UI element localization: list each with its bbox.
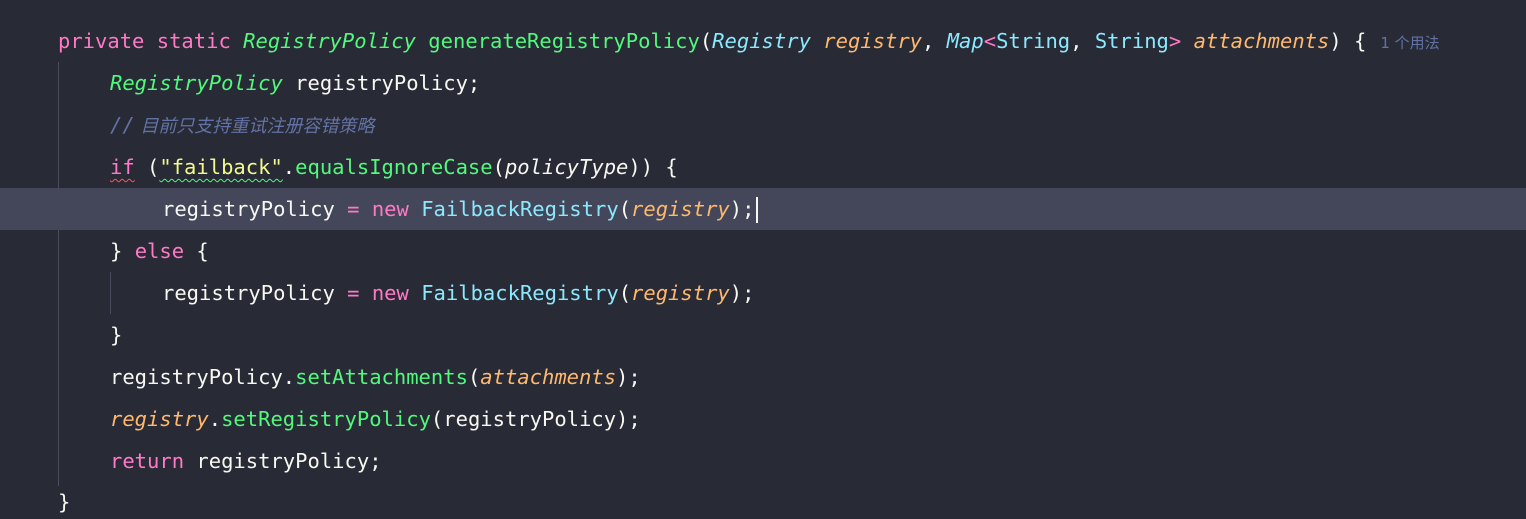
parameter: registry xyxy=(823,29,923,53)
punctuation: ( xyxy=(618,197,632,221)
punctuation: . xyxy=(282,365,296,389)
code-line[interactable]: registryPolicy = new FailbackRegistry(re… xyxy=(0,272,1526,314)
punctuation: )) { xyxy=(628,155,678,179)
punctuation: ( xyxy=(467,365,481,389)
punctuation: } xyxy=(110,239,135,263)
method-name: equalsIgnoreCase xyxy=(295,155,493,179)
code-line[interactable]: // 目前只支持重试注册容错策略 xyxy=(0,104,1526,146)
field-reference: policyType xyxy=(504,155,629,179)
argument-list: (registryPolicy); xyxy=(430,407,641,431)
punctuation: ); xyxy=(616,365,641,389)
punctuation: } xyxy=(58,490,71,514)
punctuation: ); xyxy=(729,197,755,221)
punctuation: , xyxy=(922,29,947,53)
keyword: return xyxy=(110,449,185,473)
variable-declaration: registryPolicy; xyxy=(282,71,481,95)
string-literal: "failback" xyxy=(159,155,283,179)
code-line[interactable]: } xyxy=(0,481,1526,519)
type-name: String xyxy=(1094,29,1169,53)
type-name: RegistryPolicy xyxy=(243,29,416,53)
keyword: private xyxy=(58,29,145,53)
punctuation: ( xyxy=(134,155,160,179)
punctuation: } xyxy=(110,323,123,347)
keyword: static xyxy=(156,29,231,53)
code-line[interactable]: } else { xyxy=(0,230,1526,272)
return-value: registryPolicy; xyxy=(184,449,382,473)
punctuation: . xyxy=(282,155,296,179)
variable: registryPolicy xyxy=(110,365,283,389)
parameter: attachments xyxy=(480,365,617,389)
punctuation: < xyxy=(983,29,997,53)
current-code-line[interactable]: registryPolicy = new FailbackRegistry(re… xyxy=(0,188,1526,230)
comment-marker: // xyxy=(110,113,135,137)
method-name: setRegistryPolicy xyxy=(221,407,431,431)
keyword: new xyxy=(371,197,409,221)
text-caret xyxy=(756,197,759,223)
code-line[interactable]: RegistryPolicy registryPolicy; xyxy=(0,62,1526,104)
operator: = xyxy=(334,197,372,221)
class-name: FailbackRegistry xyxy=(421,281,619,305)
keyword: if xyxy=(110,155,135,179)
punctuation: , xyxy=(1070,29,1095,53)
comment-text: 目前只支持重试注册容错策略 xyxy=(134,116,375,137)
code-line[interactable]: } xyxy=(0,314,1526,356)
method-name: generateRegistryPolicy xyxy=(428,29,700,53)
code-line[interactable]: registry.setRegistryPolicy(registryPolic… xyxy=(0,398,1526,440)
punctuation: { xyxy=(184,239,209,263)
type-name: String xyxy=(996,29,1071,53)
parameter: registry xyxy=(631,281,730,305)
method-name: setAttachments xyxy=(295,365,468,389)
parameter: registry xyxy=(631,197,730,221)
keyword: new xyxy=(371,281,409,305)
operator: = xyxy=(334,281,372,305)
class-name: FailbackRegistry xyxy=(421,197,619,221)
variable: registryPolicy xyxy=(162,197,335,221)
code-line[interactable]: if ("failback".equalsIgnoreCase(policyTy… xyxy=(0,146,1526,188)
usage-hint[interactable]: 1 个用法 xyxy=(1380,34,1439,52)
type-name: Map xyxy=(946,29,984,53)
keyword: else xyxy=(134,239,185,263)
punctuation: > xyxy=(1168,29,1182,53)
punctuation: ) { xyxy=(1329,29,1367,53)
parameter: registry xyxy=(110,407,209,431)
punctuation: ( xyxy=(492,155,505,179)
type-name: Registry xyxy=(712,29,811,53)
punctuation: ( xyxy=(618,281,632,305)
code-line[interactable]: private static RegistryPolicy generateRe… xyxy=(0,20,1526,62)
code-line[interactable]: registryPolicy.setAttachments(attachment… xyxy=(0,356,1526,398)
code-line[interactable]: return registryPolicy; xyxy=(0,440,1526,482)
punctuation: ); xyxy=(729,281,755,305)
parameter: attachments xyxy=(1193,29,1330,53)
variable: registryPolicy xyxy=(162,281,335,305)
punctuation: . xyxy=(208,407,222,431)
code-editor[interactable]: private static RegistryPolicy generateRe… xyxy=(0,0,1526,519)
type-name: RegistryPolicy xyxy=(110,71,283,95)
punctuation: ( xyxy=(699,29,713,53)
